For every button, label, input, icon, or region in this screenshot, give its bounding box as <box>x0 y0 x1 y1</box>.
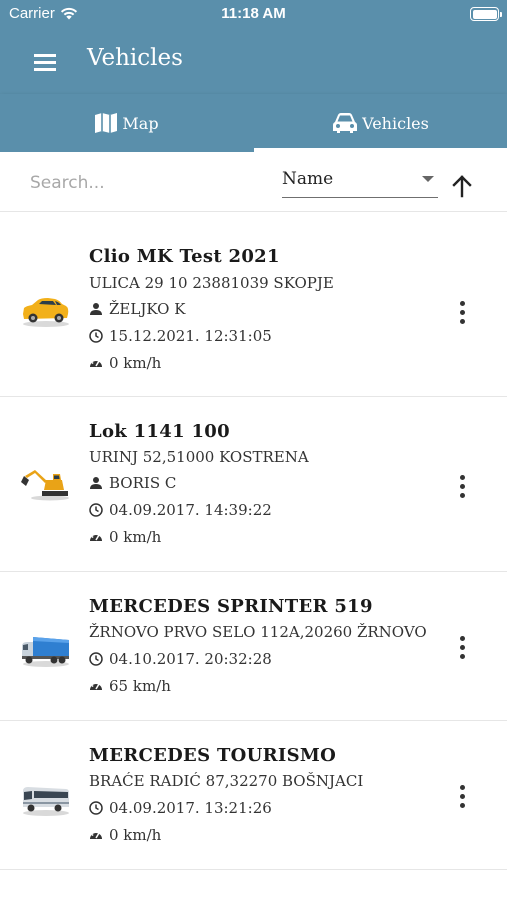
app-bar: Vehicles <box>0 28 507 94</box>
yellow-car-icon <box>23 298 69 327</box>
driver-name: BORIS C <box>109 474 177 492</box>
excavator-icon <box>21 470 69 501</box>
speed-value: 65 km/h <box>109 677 171 695</box>
tab-vehicles-label: Vehicles <box>362 113 429 133</box>
more-options-icon[interactable] <box>452 298 474 328</box>
timestamp-value: 04.10.2017. 20:32:28 <box>109 650 272 668</box>
clock-icon <box>89 652 103 666</box>
bus-icon <box>23 787 69 816</box>
vehicle-driver: BORIS C <box>89 474 176 492</box>
vehicle-timestamp: 04.09.2017. 13:21:26 <box>89 799 272 817</box>
driver-name: ŽELJKO K <box>109 300 186 318</box>
vehicle-address: URINJ 52,51000 KOSTRENA <box>89 448 309 466</box>
more-options-icon[interactable] <box>452 472 474 502</box>
vehicle-name: Lok 1141 100 <box>89 421 230 442</box>
vehicle-address: BRAĆE RADIĆ 87,32270 BOŠNJACI <box>89 772 364 790</box>
map-icon <box>95 113 118 133</box>
vehicle-timestamp: 15.12.2021. 12:31:05 <box>89 327 272 345</box>
vehicle-timestamp: 04.10.2017. 20:32:28 <box>89 650 272 668</box>
tab-map[interactable]: Map <box>0 94 253 152</box>
filter-bar: Name <box>0 152 507 212</box>
sort-select[interactable]: Name <box>282 166 438 198</box>
speedometer-icon <box>90 831 102 839</box>
list-item[interactable]: MERCEDES TOURISMO BRAĆE RADIĆ 87,32270 B… <box>0 721 507 870</box>
list-item[interactable]: Clio MK Test 2021 ULICA 29 10 23881039 S… <box>0 212 507 397</box>
vehicle-timestamp: 04.09.2017. 14:39:22 <box>89 501 272 519</box>
speedometer-icon <box>90 359 102 367</box>
timestamp-value: 15.12.2021. 12:31:05 <box>109 327 272 345</box>
clock-icon <box>89 801 103 815</box>
tab-map-label: Map <box>122 113 159 133</box>
vehicle-name: MERCEDES SPRINTER 519 <box>89 596 373 617</box>
sort-direction-arrow-up-icon[interactable] <box>448 172 476 200</box>
truck-icon <box>22 637 69 667</box>
chevron-down-icon <box>422 176 434 182</box>
vehicle-name: MERCEDES TOURISMO <box>89 745 337 766</box>
page-title: Vehicles <box>87 45 183 71</box>
person-icon <box>90 303 102 315</box>
vehicle-name: Clio MK Test 2021 <box>89 246 280 267</box>
status-bar: Carrier 11:18 AM <box>0 0 507 28</box>
vehicle-address: ŽRNOVO PRVO SELO 112A,20260 ŽRNOVO <box>89 623 427 641</box>
car-icon <box>333 113 358 133</box>
vehicle-speed: 65 km/h <box>89 677 171 695</box>
speed-value: 0 km/h <box>109 826 162 844</box>
tab-bar: Map Vehicles <box>0 94 507 152</box>
speed-value: 0 km/h <box>109 528 162 546</box>
vehicle-driver: ŽELJKO K <box>89 300 185 318</box>
speedometer-icon <box>90 682 102 690</box>
vehicle-speed: 0 km/h <box>89 354 161 372</box>
sort-select-value: Name <box>282 169 334 189</box>
battery-icon <box>470 7 502 21</box>
menu-icon[interactable] <box>28 48 62 76</box>
status-time: 11:18 AM <box>221 5 286 22</box>
vehicle-speed: 0 km/h <box>89 826 161 844</box>
search-input[interactable] <box>30 170 260 196</box>
tab-vehicles[interactable]: Vehicles <box>254 94 507 152</box>
list-item[interactable]: Lok 1141 100 URINJ 52,51000 KOSTRENA BOR… <box>0 397 507 572</box>
clock-icon <box>89 503 103 517</box>
more-options-icon[interactable] <box>452 633 474 663</box>
speedometer-icon <box>90 533 102 541</box>
timestamp-value: 04.09.2017. 14:39:22 <box>109 501 272 519</box>
more-options-icon[interactable] <box>452 782 474 812</box>
vehicle-address: ULICA 29 10 23881039 SKOPJE <box>89 274 334 292</box>
clock-icon <box>89 329 103 343</box>
speed-value: 0 km/h <box>109 354 162 372</box>
vehicle-list: Clio MK Test 2021 ULICA 29 10 23881039 S… <box>0 212 507 870</box>
timestamp-value: 04.09.2017. 13:21:26 <box>109 799 272 817</box>
list-item[interactable]: MERCEDES SPRINTER 519 ŽRNOVO PRVO SELO 1… <box>0 572 507 721</box>
person-icon <box>90 477 102 489</box>
vehicle-speed: 0 km/h <box>89 528 161 546</box>
